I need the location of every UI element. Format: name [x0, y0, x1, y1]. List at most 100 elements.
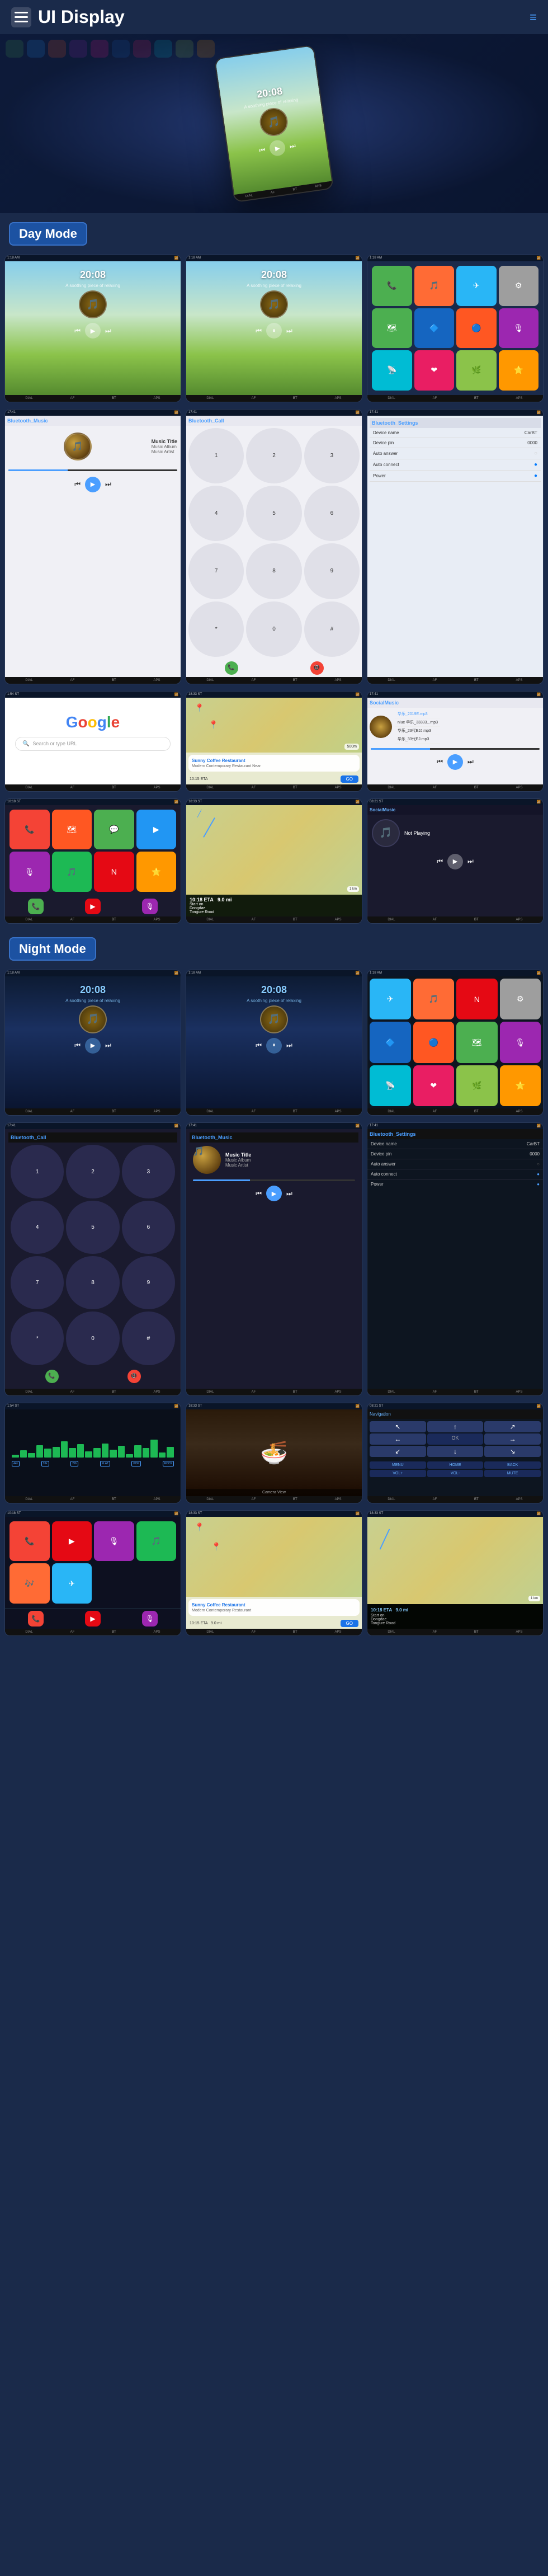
- nav-n21[interactable]: DIAL: [388, 1390, 395, 1394]
- night-app-wifi[interactable]: 📡: [370, 1065, 411, 1107]
- night-app-nav[interactable]: 🔵: [413, 1022, 455, 1063]
- nav-n18[interactable]: AF: [252, 1390, 256, 1394]
- night-setting-answer[interactable]: Auto answer○: [367, 1159, 543, 1169]
- nav-n16[interactable]: APS: [154, 1390, 160, 1394]
- nav-15[interactable]: APS: [516, 679, 523, 682]
- nav-af-2[interactable]: AF: [252, 397, 256, 400]
- nav-n10[interactable]: AF: [433, 1110, 437, 1113]
- num-9[interactable]: 9: [304, 543, 360, 599]
- nav-9[interactable]: AF: [252, 679, 256, 682]
- night-app2-music[interactable]: 🎶: [10, 1563, 50, 1604]
- night-app-bt[interactable]: 🔷: [370, 1022, 411, 1063]
- day-next-1[interactable]: ⏭: [105, 327, 111, 335]
- num-n5[interactable]: 5: [66, 1201, 119, 1254]
- nav-dial[interactable]: DIAL: [25, 397, 32, 400]
- num-n4[interactable]: 4: [11, 1201, 64, 1254]
- nav-28[interactable]: DIAL: [25, 918, 32, 922]
- nav-n19[interactable]: BT: [293, 1390, 297, 1394]
- file-4[interactable]: 华乐_33代EJ.mp3: [395, 735, 440, 744]
- nav-center[interactable]: OK: [427, 1433, 484, 1445]
- nav-aps[interactable]: APS: [154, 397, 160, 400]
- nav-n44[interactable]: APS: [335, 1630, 342, 1634]
- night-app-netflix[interactable]: N: [456, 979, 498, 1020]
- nav-24[interactable]: DIAL: [388, 786, 395, 789]
- nav-n4[interactable]: APS: [154, 1110, 160, 1113]
- nav-17[interactable]: AF: [70, 786, 75, 789]
- nav-n3[interactable]: BT: [112, 1110, 116, 1113]
- app-podcast[interactable]: 🎙: [499, 308, 539, 349]
- nav-n2[interactable]: AF: [70, 1110, 75, 1113]
- num-8[interactable]: 8: [246, 543, 301, 599]
- num-n1[interactable]: 1: [11, 1145, 64, 1198]
- nav-32[interactable]: DIAL: [206, 918, 214, 922]
- night-app2-spotify[interactable]: 🎵: [136, 1521, 177, 1562]
- setting-auto-answer[interactable]: Auto answer ○: [370, 448, 541, 459]
- night-app2-yt[interactable]: ▶: [52, 1521, 92, 1562]
- night-app-settings[interactable]: ⚙: [500, 979, 541, 1020]
- nav-33[interactable]: AF: [252, 918, 256, 922]
- night-prev-1[interactable]: ⏮: [74, 1041, 81, 1050]
- night-app-extra3[interactable]: ⭐: [500, 1065, 541, 1107]
- night-app2-tel[interactable]: ✈: [52, 1563, 92, 1604]
- night-music-prev[interactable]: ⏮: [256, 1190, 262, 1198]
- nav-n25[interactable]: DIAL: [25, 1498, 32, 1501]
- app-spotify[interactable]: 🎵: [52, 852, 92, 892]
- nav-29[interactable]: AF: [70, 918, 75, 922]
- nav-btn-menu[interactable]: MENU: [370, 1461, 426, 1469]
- nav-n46[interactable]: AF: [433, 1630, 437, 1634]
- night-toggle-answer[interactable]: ○: [537, 1162, 540, 1167]
- night-app2-phone[interactable]: 📞: [10, 1521, 50, 1562]
- nav-23[interactable]: APS: [335, 786, 342, 789]
- nav-btn-back[interactable]: BACK: [484, 1461, 541, 1469]
- social-prev[interactable]: ⏮: [437, 758, 443, 766]
- night-setting-connect[interactable]: Auto connect●: [367, 1169, 543, 1179]
- nav-n30[interactable]: AF: [252, 1498, 256, 1501]
- setting-auto-connect[interactable]: Auto connect ●: [370, 459, 541, 471]
- nav-down-right[interactable]: ↘: [484, 1446, 541, 1457]
- nav-13[interactable]: AF: [433, 679, 437, 682]
- nav-39[interactable]: APS: [516, 918, 523, 922]
- dock-phone[interactable]: 📞: [28, 899, 44, 914]
- day-prev-2[interactable]: ⏮: [256, 327, 262, 335]
- nav-left[interactable]: ←: [370, 1433, 426, 1445]
- nav-n13[interactable]: DIAL: [25, 1390, 32, 1394]
- nav-38[interactable]: BT: [474, 918, 479, 922]
- nav-dial-2[interactable]: DIAL: [206, 397, 214, 400]
- nav-n32[interactable]: APS: [335, 1498, 342, 1501]
- bt-play[interactable]: ▶: [85, 477, 101, 492]
- prev-btn[interactable]: ⏮: [259, 145, 266, 154]
- num-nhash[interactable]: #: [122, 1311, 175, 1365]
- nav-12[interactable]: DIAL: [388, 679, 395, 682]
- night-dock-phone[interactable]: 📞: [28, 1611, 44, 1627]
- night-play-1[interactable]: ▶: [85, 1038, 101, 1054]
- app-bt[interactable]: 🔷: [414, 308, 455, 349]
- night-app-extra2[interactable]: 🌿: [456, 1065, 498, 1107]
- nav-af[interactable]: AF: [70, 397, 75, 400]
- nav-n22[interactable]: AF: [433, 1390, 437, 1394]
- nav-7[interactable]: APS: [154, 679, 160, 682]
- nav-35[interactable]: APS: [335, 918, 342, 922]
- nav-up-left[interactable]: ↖: [370, 1421, 426, 1432]
- night-app-podcast[interactable]: 🎙: [500, 1022, 541, 1063]
- app-extra1[interactable]: ❤: [414, 350, 455, 391]
- nav-30[interactable]: BT: [112, 918, 116, 922]
- num-n9[interactable]: 9: [122, 1256, 175, 1309]
- app-extra3[interactable]: ⭐: [499, 350, 539, 391]
- app-settings[interactable]: ⚙: [499, 266, 539, 306]
- night-dial-btn[interactable]: 📞: [45, 1370, 59, 1383]
- nav-n42[interactable]: AF: [252, 1630, 256, 1634]
- night-app-maps[interactable]: 🗺: [456, 1022, 498, 1063]
- call-end-btn[interactable]: 📵: [310, 661, 324, 675]
- night-next-1[interactable]: ⏭: [105, 1041, 111, 1050]
- nav-14[interactable]: BT: [474, 679, 479, 682]
- file-2[interactable]: niue 华乐_33333...mp3: [395, 718, 440, 727]
- nav-34[interactable]: BT: [293, 918, 297, 922]
- nav-n17[interactable]: DIAL: [206, 1390, 214, 1394]
- nav-n39[interactable]: BT: [112, 1630, 116, 1634]
- app-maps[interactable]: 🗺: [372, 308, 412, 349]
- app-wifi[interactable]: 📡: [372, 350, 412, 391]
- call-dial-btn[interactable]: 📞: [225, 661, 238, 675]
- toggle-auto-answer[interactable]: ○: [534, 450, 537, 457]
- nav-18[interactable]: BT: [112, 786, 116, 789]
- file-1[interactable]: 华乐_2019E.mp3: [395, 710, 440, 718]
